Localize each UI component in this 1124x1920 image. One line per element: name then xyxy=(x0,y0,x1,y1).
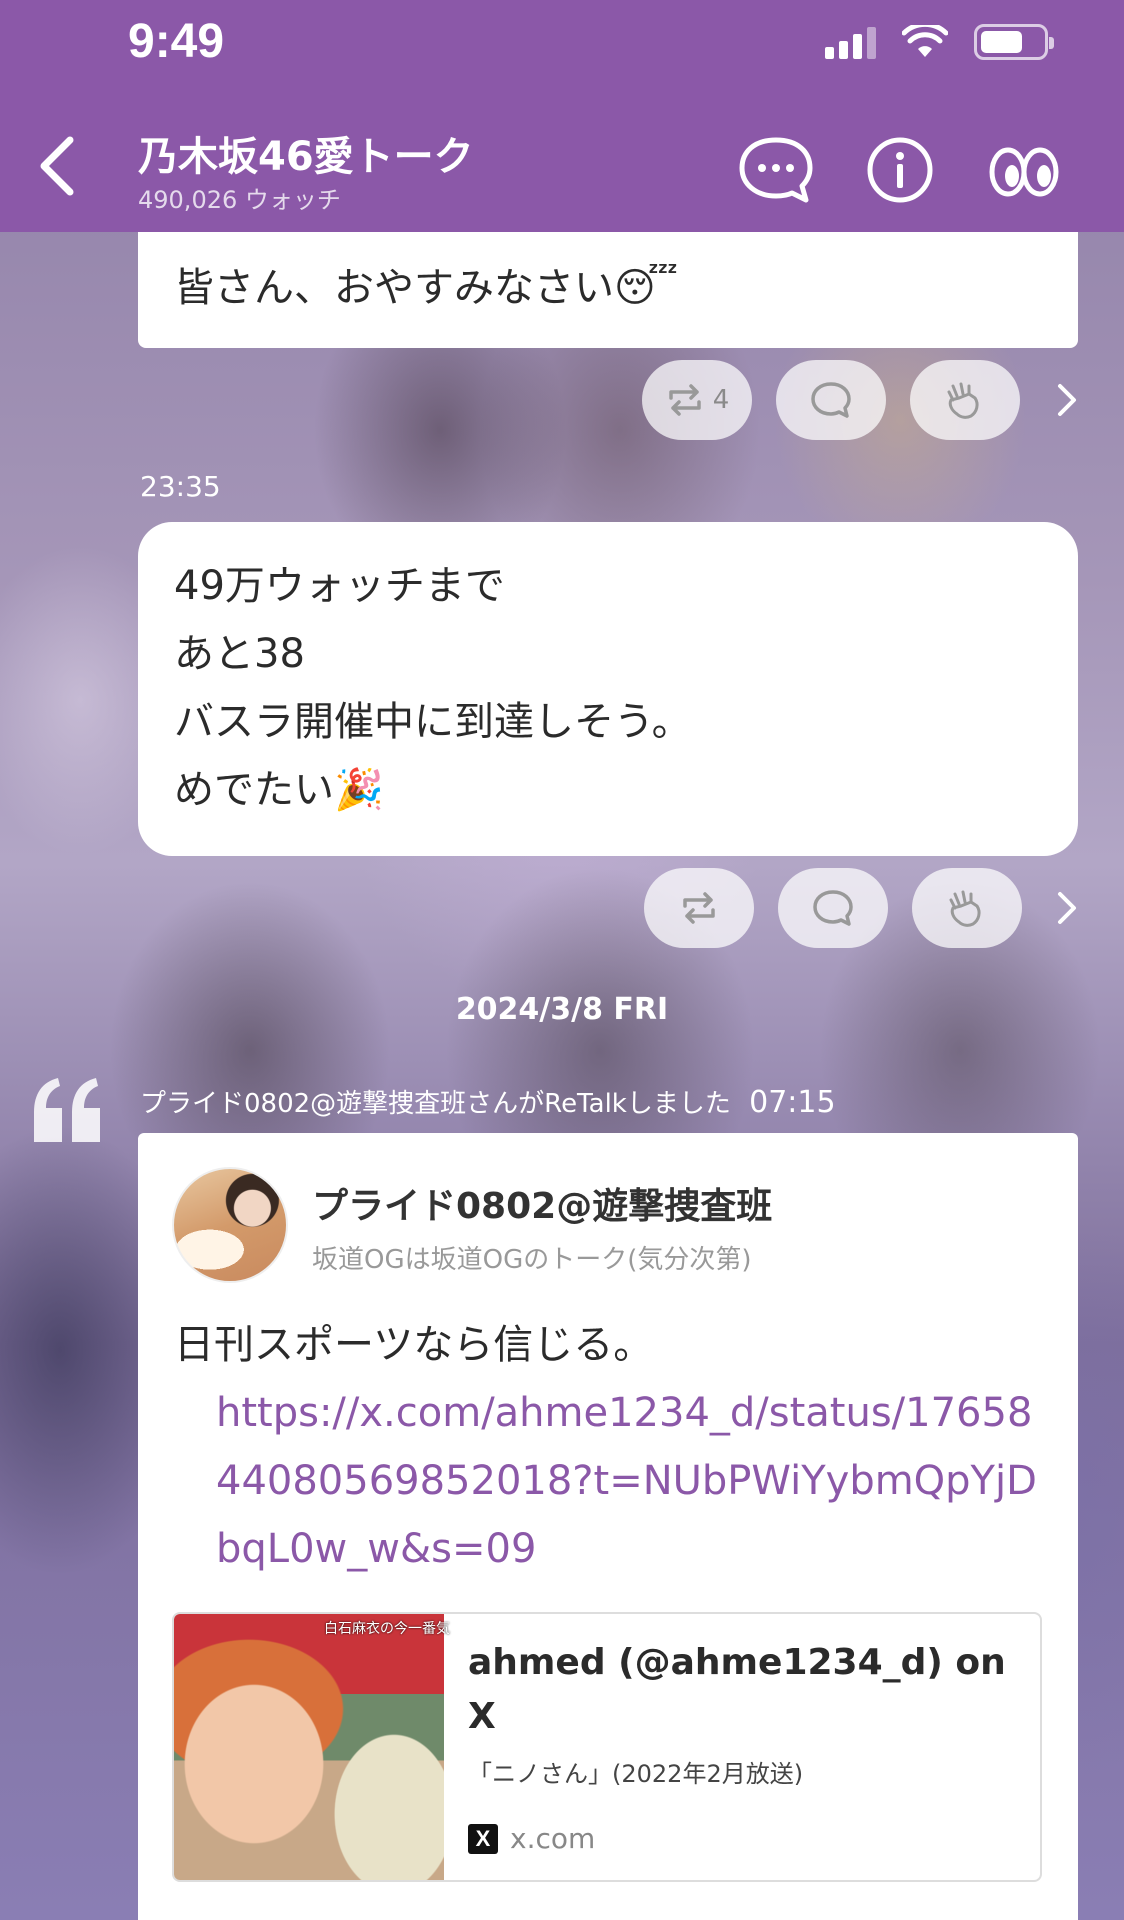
user-group[interactable]: 坂道OGは坂道OGのトーク(気分次第) xyxy=(312,1239,752,1276)
clap-button[interactable] xyxy=(912,868,1022,948)
message-actions xyxy=(644,868,1022,948)
clap-hand-icon xyxy=(949,890,981,927)
clap-button[interactable] xyxy=(910,360,1020,440)
reply-bubble-icon xyxy=(813,890,853,926)
reply-bubble-icon xyxy=(811,382,851,418)
post-link-wrap: https://x.com/ahme1234_d/status/17658440… xyxy=(174,1379,1054,1583)
retalk-button[interactable] xyxy=(644,868,754,948)
chevron-right-icon[interactable] xyxy=(1052,888,1082,928)
clap-hand-icon xyxy=(947,382,979,419)
watch-eyes-icon[interactable] xyxy=(984,134,1064,206)
message-bubble[interactable]: 49万ウォッチまで あと38 バスラ開催中に到達しそう。 めでたい🎉 xyxy=(138,522,1078,856)
chevron-right-icon[interactable] xyxy=(1052,380,1082,420)
message-line: めでたい🎉 xyxy=(174,767,384,813)
chat-bubble-icon[interactable] xyxy=(736,134,816,206)
link-preview-description: 「ニノさん」(2022年2月放送) xyxy=(468,1760,804,1788)
message-actions: 4 xyxy=(642,360,1020,440)
link-preview-thumbnail: 白石麻衣の今一番気 xyxy=(174,1614,450,1880)
retalk-button[interactable]: 4 xyxy=(642,360,752,440)
link-preview-card[interactable]: 白石麻衣の今一番気 ahmed (@ahme1234_d) on X 「ニノさん… xyxy=(172,1612,1042,1882)
status-icons xyxy=(825,24,1054,60)
reply-button[interactable] xyxy=(778,868,888,948)
retalk-count: 4 xyxy=(712,385,730,415)
top-bar: 9:49 乃木坂46愛トーク 490,026 ウォッチ xyxy=(0,0,1124,232)
info-icon[interactable] xyxy=(860,134,940,206)
quote-icon xyxy=(34,1078,100,1142)
battery-icon xyxy=(974,24,1054,60)
wifi-icon xyxy=(902,25,948,57)
retalk-notice-text: プライド0802@遊撃捜査班さんがReTalkしました xyxy=(140,1089,731,1119)
retalk-time: 07:15 xyxy=(749,1085,836,1120)
page-title: 乃木坂46愛トーク xyxy=(138,134,474,180)
post-body: 日刊スポーツなら信じる。 https://x.com/ahme1234_d/st… xyxy=(174,1311,1054,1583)
reply-button[interactable] xyxy=(776,360,886,440)
post-text: 日刊スポーツなら信じる。 xyxy=(174,1322,654,1368)
message-line: バスラ開催中に到達しそう。 xyxy=(174,699,692,745)
x-logo-icon: X xyxy=(468,1824,498,1854)
avatar[interactable] xyxy=(172,1167,288,1283)
date-separator: 2024/3/8 FRI xyxy=(455,992,669,1027)
retalk-icon xyxy=(683,892,715,924)
retalk-icon xyxy=(668,384,701,416)
link-preview-title: ahmed (@ahme1234_d) on X xyxy=(468,1642,1006,1737)
thumbnail-caption: 白石麻衣の今一番気 xyxy=(324,1621,450,1637)
message-line: あと38 xyxy=(174,631,305,677)
retalk-notice: プライド0802@遊撃捜査班さんがReTalkしました 07:15 xyxy=(140,1083,836,1120)
link-preview-domain: x.com xyxy=(510,1822,596,1855)
message-bubble[interactable]: 皆さん、おやすみなさい😴 xyxy=(138,232,1078,348)
back-arrow-icon[interactable] xyxy=(30,134,86,198)
post-link[interactable]: https://x.com/ahme1234_d/status/17658440… xyxy=(174,1379,1054,1583)
message-text: 皆さん、おやすみなさい😴 xyxy=(174,265,679,311)
message-text: 49万ウォッチまで あと38 バスラ開催中に到達しそう。 めでたい🎉 xyxy=(174,552,692,824)
message-line: 49万ウォッチまで xyxy=(174,563,505,609)
message-time: 23:35 xyxy=(140,470,221,503)
retalk-card[interactable]: プライド0802@遊撃捜査班 坂道OGは坂道OGのトーク(気分次第) 日刊スポー… xyxy=(138,1133,1078,1920)
cellular-signal-icon xyxy=(825,25,876,59)
watch-count: 490,026 ウォッチ xyxy=(138,186,341,214)
status-time: 9:49 xyxy=(128,15,225,68)
user-name[interactable]: プライド0802@遊撃捜査班 xyxy=(312,1177,772,1229)
